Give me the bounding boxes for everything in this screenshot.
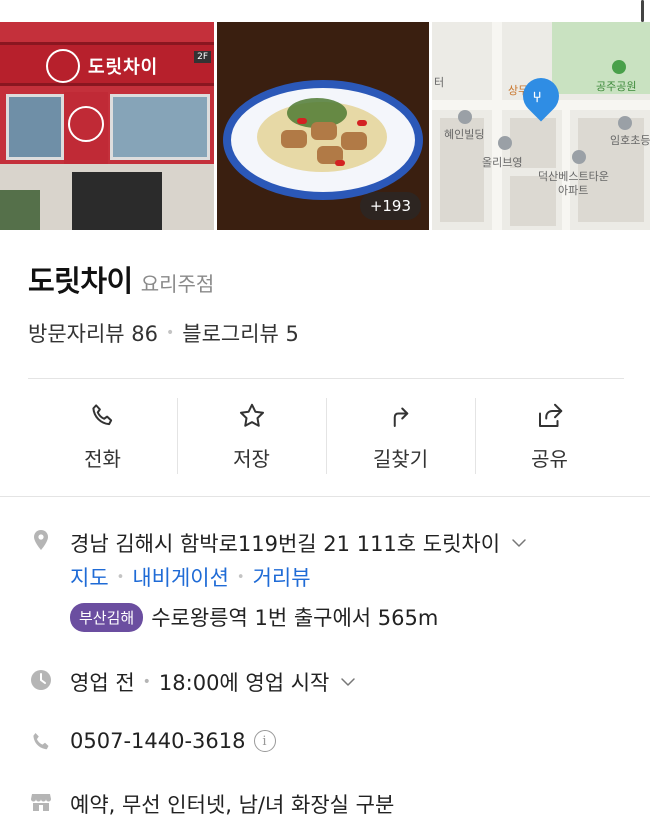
directions-button[interactable]: 길찾기 xyxy=(326,398,475,474)
store-panel xyxy=(64,92,108,164)
hours-row[interactable]: 영업 전 • 18:00에 영업 시작 xyxy=(70,667,357,697)
save-button[interactable]: 저장 xyxy=(177,398,326,474)
action-bar: 전화 저장 길찾기 공유 xyxy=(28,398,624,474)
map-label: 임호초등 xyxy=(610,134,650,147)
store-sign: 도릿차이 2F xyxy=(0,42,214,86)
directions-label: 길찾기 xyxy=(372,446,429,471)
subway-row: 부산김해 수로왕릉역 1번 출구에서 565m xyxy=(70,602,438,632)
separator-dot: • xyxy=(142,674,151,690)
chili xyxy=(335,160,345,166)
scrollbar[interactable] xyxy=(641,0,644,22)
map-thumbnail[interactable]: 터 상무 공주공원 혜인빌딩 올리브영 덕산베스트타운 아파트 임호초등 ⑂ xyxy=(432,22,650,230)
map-label: 공주공원 xyxy=(596,80,637,93)
food-piece xyxy=(281,130,307,148)
map-label: 아파트 xyxy=(558,184,589,197)
blog-reviews-link[interactable]: 블로그리뷰 5 xyxy=(182,318,299,348)
place-name: 도릿차이 xyxy=(28,264,133,298)
apartment-icon xyxy=(572,150,587,164)
address-text: 경남 김해시 함박로119번길 21 111호 도릿차이 xyxy=(70,532,501,556)
divider xyxy=(28,378,624,379)
map-label: 혜인빌딩 xyxy=(444,128,485,141)
call-button[interactable]: 전화 xyxy=(28,398,177,474)
food-piece xyxy=(341,132,367,150)
phone-icon xyxy=(91,403,112,425)
store-window xyxy=(110,94,210,160)
park-icon xyxy=(612,60,627,74)
share-button[interactable]: 공유 xyxy=(475,398,624,474)
store-door xyxy=(72,172,162,230)
save-label: 저장 xyxy=(233,446,270,471)
chili xyxy=(357,120,367,126)
hours-status: 영업 전 xyxy=(70,671,135,695)
share-icon xyxy=(538,403,562,427)
map-label: 터 xyxy=(434,76,445,89)
directions-icon xyxy=(393,407,408,427)
chili xyxy=(297,118,307,124)
chevron-down-icon[interactable] xyxy=(339,673,357,691)
address-row[interactable]: 경남 김해시 함박로119번길 21 111호 도릿차이 xyxy=(70,528,528,558)
photo-count-badge[interactable]: +193 xyxy=(359,192,422,220)
separator-dot: • xyxy=(166,325,175,341)
amenities-row: 예약, 무선 인터넷, 남/녀 화장실 구분 xyxy=(70,789,394,819)
store-sign-text: 도릿차이 xyxy=(88,57,159,78)
floor-tag: 2F xyxy=(194,51,211,63)
share-label: 공유 xyxy=(531,446,568,471)
reviews-row: 방문자리뷰 86 • 블로그리뷰 5 xyxy=(28,318,299,348)
building-icon xyxy=(458,110,473,124)
food-photo[interactable]: +193 xyxy=(217,22,430,230)
store-plant xyxy=(0,190,40,230)
food-piece xyxy=(311,122,337,140)
place-title-row: 도릿차이 요리주점 xyxy=(28,258,214,300)
subway-line-badge: 부산김해 xyxy=(70,602,144,632)
school-icon xyxy=(618,116,633,130)
map-link[interactable]: 지도 xyxy=(70,562,109,592)
map-road xyxy=(562,102,571,230)
amenities-text: 예약, 무선 인터넷, 남/녀 화장실 구분 xyxy=(70,793,395,817)
map-road xyxy=(492,22,503,230)
visitor-reviews-link[interactable]: 방문자리뷰 86 xyxy=(28,318,158,348)
street-view-link[interactable]: 거리뷰 xyxy=(253,562,311,592)
store-logo-icon xyxy=(68,106,104,142)
store-logo-icon xyxy=(46,49,80,83)
map-label: 올리브영 xyxy=(482,156,523,169)
phone-row[interactable]: 0507-1440-3618 i xyxy=(70,729,276,753)
chevron-down-icon[interactable] xyxy=(510,534,528,552)
store-window xyxy=(6,94,64,160)
storefront-photo[interactable]: 도릿차이 2F xyxy=(0,22,214,230)
location-icon xyxy=(34,530,48,550)
subway-distance: 수로왕릉역 1번 출구에서 565m xyxy=(151,606,439,630)
separator-dot: • xyxy=(236,569,245,585)
photo-gallery[interactable]: 도릿차이 2F +193 터 상무 공주공원 혜인빌딩 올리브영 덕산베스트타운… xyxy=(0,22,650,230)
place-category: 요리주점 xyxy=(140,272,215,296)
store-icon xyxy=(498,136,513,150)
hours-detail: 18:00에 영업 시작 xyxy=(158,671,330,695)
phone-number: 0507-1440-3618 xyxy=(70,729,246,753)
store-icon xyxy=(31,794,51,811)
map-links: 지도 • 내비게이션 • 거리뷰 xyxy=(70,562,311,592)
divider xyxy=(0,496,650,497)
navigation-link[interactable]: 내비게이션 xyxy=(132,562,229,592)
top-strip xyxy=(0,0,650,22)
star-icon xyxy=(239,403,264,427)
call-label: 전화 xyxy=(84,446,121,471)
clock-icon xyxy=(31,670,51,690)
separator-dot: • xyxy=(116,569,125,585)
phone-icon xyxy=(33,733,49,750)
info-icon[interactable]: i xyxy=(253,730,276,752)
